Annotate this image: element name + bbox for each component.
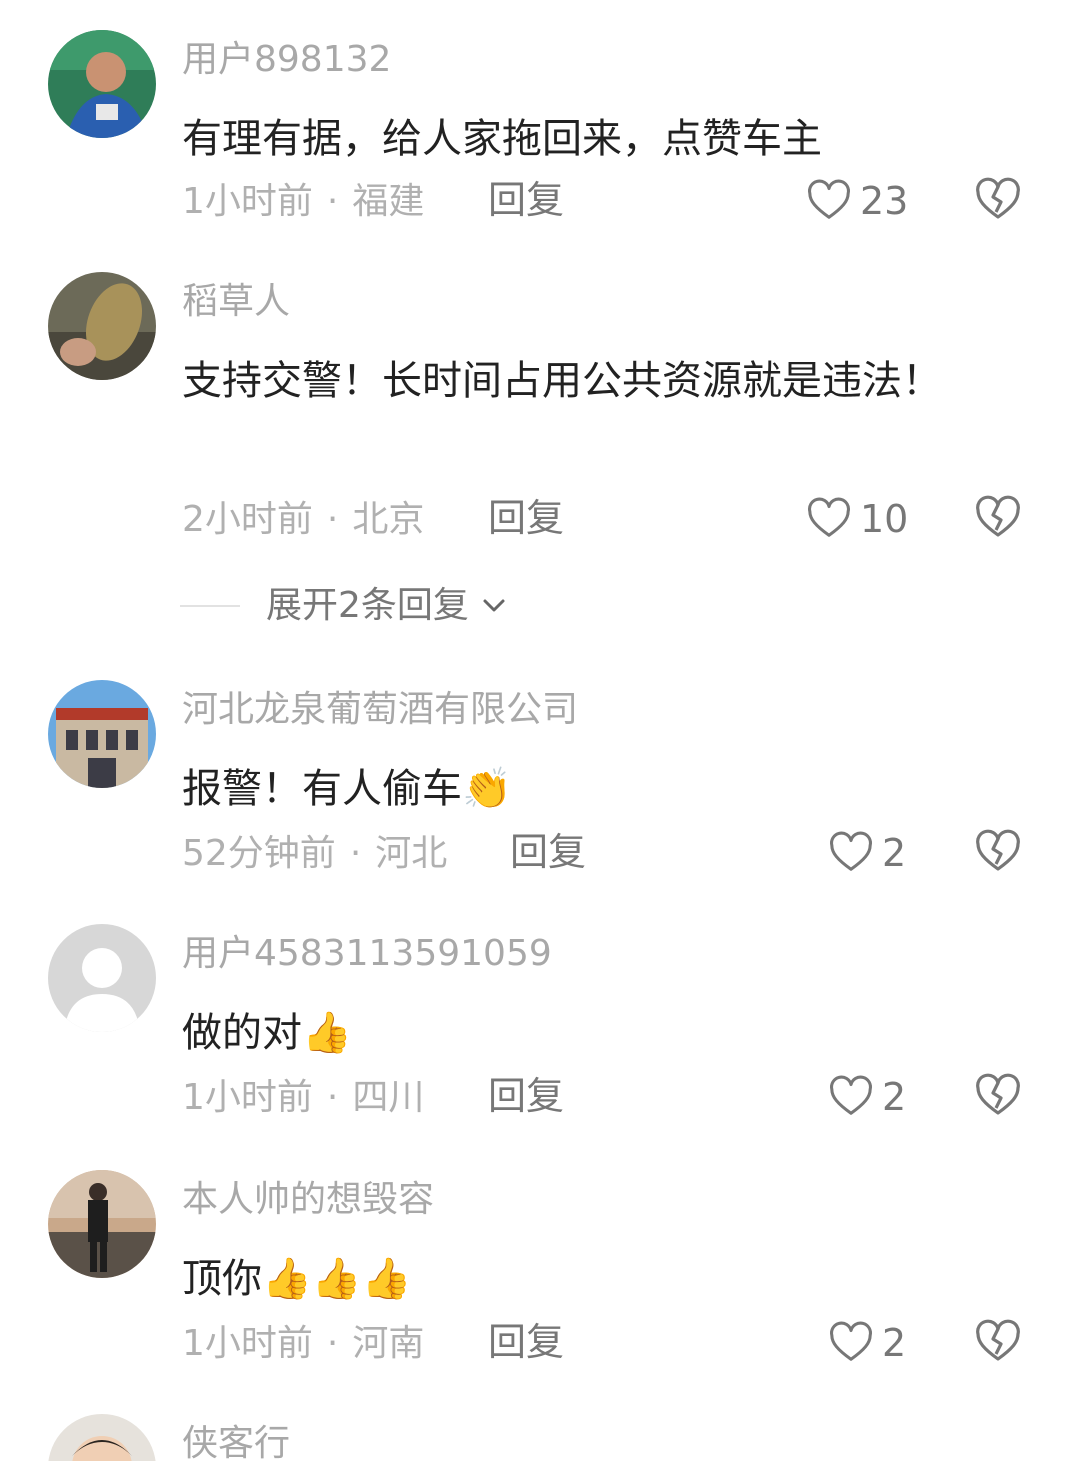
avatar-image (48, 680, 156, 788)
dislike-button[interactable] (974, 1072, 1022, 1120)
divider-line (180, 605, 240, 607)
broken-heart-icon (976, 1073, 1020, 1115)
comment-location: 福建 (352, 181, 425, 222)
like-button[interactable]: 10 (806, 494, 908, 544)
heart-outline-icon (830, 831, 872, 871)
reply-button[interactable]: 回复 (488, 1074, 564, 1118)
reply-button[interactable]: 回复 (488, 496, 564, 540)
comment-time: 1小时前 (182, 1077, 313, 1118)
broken-heart-icon (976, 1319, 1020, 1361)
like-count: 2 (882, 831, 907, 875)
like-button[interactable]: 23 (806, 176, 908, 226)
comment-username[interactable]: 用户898132 (182, 38, 391, 82)
reply-button[interactable]: 回复 (510, 830, 586, 874)
meta-separator: · (326, 499, 339, 540)
comment-time: 2小时前 (182, 499, 313, 540)
comment-time: 1小时前 (182, 1323, 313, 1364)
comment-text-content: 有理有据，给人家拖回来，点赞车主 (182, 116, 822, 162)
meta-separator: · (326, 181, 339, 222)
reply-button[interactable]: 回复 (488, 178, 564, 222)
heart-outline-icon (830, 1075, 872, 1115)
comment-location: 河北 (375, 833, 448, 874)
comment-item: 河北龙泉葡萄酒有限公司 报警！有人偷车👏 52分钟前 · 河北 回复 2 (0, 680, 1080, 890)
like-count: 2 (882, 1075, 907, 1119)
comment-location: 四川 (352, 1077, 425, 1118)
thumbs-up-emoji: 👍👍👍 (262, 1256, 412, 1302)
comment-item: 稻草人 支持交警！长时间占用公共资源就是违法！ 2小时前 · 北京 回复 10 (0, 272, 1080, 572)
comment-location: 河南 (352, 1323, 425, 1364)
avatar[interactable] (48, 1170, 156, 1278)
avatar[interactable] (48, 30, 156, 138)
dislike-button[interactable] (974, 176, 1022, 224)
clapping-hands-emoji: 👏 (462, 766, 512, 812)
like-button[interactable]: 2 (828, 1072, 906, 1122)
comment-text: 报警！有人偷车👏 (182, 750, 982, 828)
comment-meta: 1小时前 · 四川 (182, 1076, 424, 1120)
comment-meta: 1小时前 · 河南 (182, 1322, 424, 1366)
comment-username[interactable]: 稻草人 (182, 280, 290, 324)
comment-text-content: 顶你 (182, 1256, 262, 1302)
chevron-down-icon (483, 599, 505, 612)
comment-text: 支持交警！长时间占用公共资源就是违法！ (182, 342, 982, 420)
comment-text-content: 做的对 (182, 1010, 302, 1056)
avatar-image (48, 1414, 156, 1461)
meta-separator: · (326, 1323, 339, 1364)
comment-text: 有理有据，给人家拖回来，点赞车主 (182, 100, 982, 178)
like-button[interactable]: 2 (828, 828, 906, 878)
comment-username[interactable]: 侠客行 (182, 1422, 290, 1461)
comment-item: 用户4583113591059 做的对👍 1小时前 · 四川 回复 2 (0, 924, 1080, 1134)
thumbs-up-emoji: 👍 (302, 1010, 352, 1056)
comment-time: 1小时前 (182, 181, 313, 222)
comment-text: 做的对👍 (182, 994, 982, 1072)
comment-time: 52分钟前 (182, 833, 336, 874)
comment-location: 北京 (352, 499, 425, 540)
comment-text: 顶你👍👍👍 (182, 1240, 982, 1318)
reply-button[interactable]: 回复 (488, 1320, 564, 1364)
like-count: 23 (860, 179, 909, 223)
like-button[interactable]: 2 (828, 1318, 906, 1368)
broken-heart-icon (976, 177, 1020, 219)
heart-outline-icon (830, 1321, 872, 1361)
like-count: 2 (882, 1321, 907, 1365)
comment-meta: 2小时前 · 北京 (182, 498, 424, 542)
comment-text-content: 报警！有人偷车 (182, 766, 462, 812)
comment-username[interactable]: 河北龙泉葡萄酒有限公司 (182, 688, 578, 732)
expand-replies-button[interactable]: 展开2条回复 (180, 584, 509, 628)
comment-text-content: 支持交警！长时间占用公共资源就是违法！ (182, 358, 942, 404)
avatar[interactable] (48, 924, 156, 1032)
comment-username[interactable]: 用户4583113591059 (182, 932, 552, 976)
comment-item: 侠客行 (0, 1414, 1080, 1461)
avatar-image (48, 30, 156, 138)
comment-item: 本人帅的想毁容 顶你👍👍👍 1小时前 · 河南 回复 2 (0, 1170, 1080, 1380)
comment-meta: 1小时前 · 福建 (182, 180, 424, 224)
default-avatar-icon (48, 924, 156, 1032)
meta-separator: · (326, 1077, 339, 1118)
broken-heart-icon (976, 495, 1020, 537)
comment-username[interactable]: 本人帅的想毁容 (182, 1178, 434, 1222)
dislike-button[interactable] (974, 828, 1022, 876)
comment-item: 用户898132 有理有据，给人家拖回来，点赞车主 1小时前 · 福建 回复 23 (0, 30, 1080, 240)
avatar-image (48, 1170, 156, 1278)
heart-outline-icon (808, 497, 850, 537)
dislike-button[interactable] (974, 494, 1022, 542)
heart-outline-icon (808, 179, 850, 219)
avatar[interactable] (48, 272, 156, 380)
avatar[interactable] (48, 1414, 156, 1461)
expand-replies-label: 展开2条回复 (266, 585, 469, 626)
avatar-image (48, 272, 156, 380)
meta-separator: · (349, 833, 362, 874)
like-count: 10 (860, 497, 909, 541)
dislike-button[interactable] (974, 1318, 1022, 1366)
broken-heart-icon (976, 829, 1020, 871)
avatar[interactable] (48, 680, 156, 788)
comment-meta: 52分钟前 · 河北 (182, 832, 447, 876)
